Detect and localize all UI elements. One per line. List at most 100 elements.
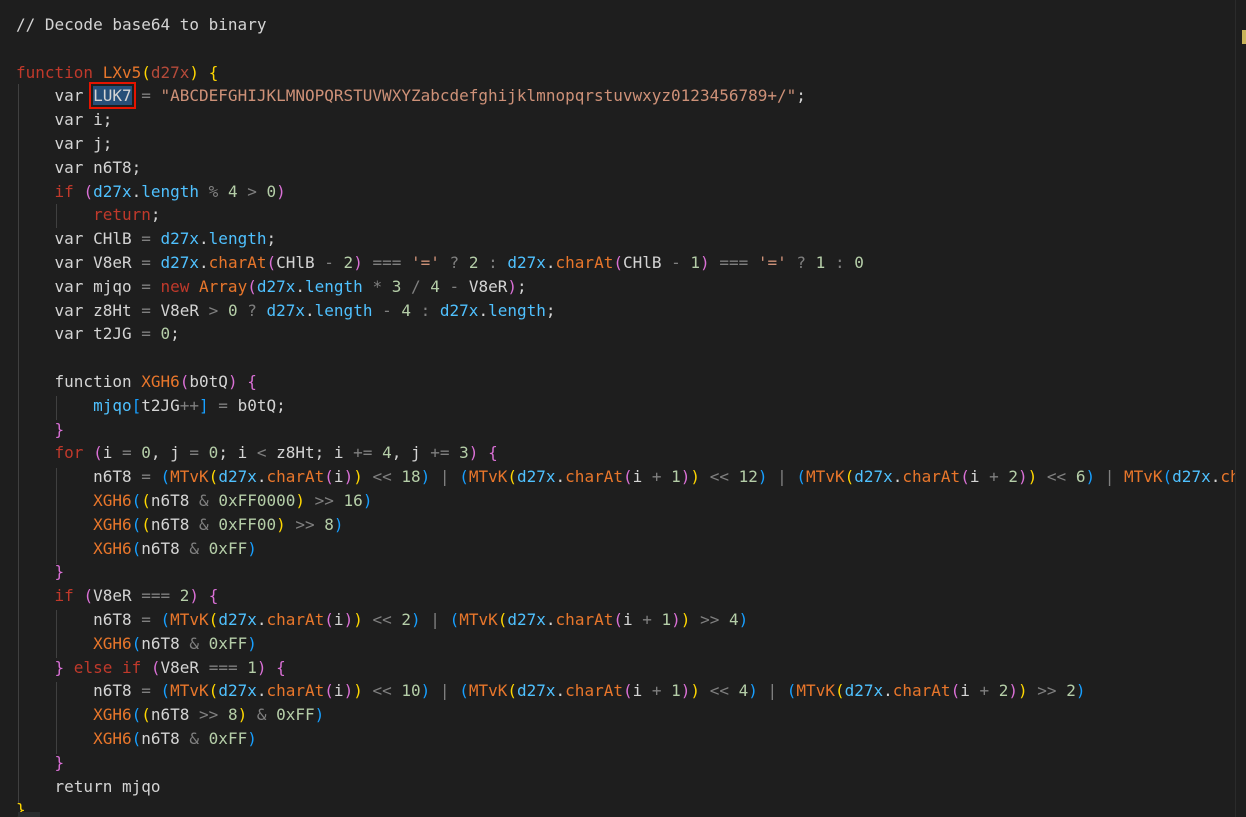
code-token: . bbox=[883, 681, 893, 701]
code-token: 2 bbox=[998, 681, 1009, 701]
code-line: XGH6((n6T8 & 0xFF0000) >> 16) bbox=[16, 489, 372, 513]
code-line: function LXv5(d27x) { bbox=[16, 61, 218, 85]
code-token: ( bbox=[613, 610, 623, 629]
code-token: n6T8 bbox=[16, 610, 142, 629]
code-token: > bbox=[208, 300, 228, 320]
code-token: Array bbox=[199, 276, 248, 296]
code-line: } else if (V8eR === 1) { bbox=[16, 656, 286, 680]
code-token: ; bbox=[545, 300, 556, 320]
code-token: ( bbox=[150, 657, 161, 677]
code-token: ( bbox=[179, 372, 190, 391]
code-token: ) bbox=[247, 633, 257, 653]
code-token: 3 bbox=[391, 276, 402, 296]
code-token: ) bbox=[314, 705, 325, 725]
code-token: charAt bbox=[266, 467, 325, 487]
code-token: ( bbox=[622, 681, 633, 701]
code-token: ) bbox=[1075, 681, 1086, 701]
code-token: & bbox=[199, 514, 219, 534]
code-token: + bbox=[989, 467, 1009, 487]
code-token: ; bbox=[170, 324, 180, 344]
code-token: 2 bbox=[343, 253, 354, 272]
code-token: << bbox=[700, 467, 739, 487]
code-token: ) bbox=[353, 610, 363, 629]
code-token: | bbox=[767, 467, 797, 487]
code-token: & bbox=[189, 633, 209, 653]
code-line: if (d27x.length % 4 > 0) bbox=[16, 180, 286, 204]
code-token: . bbox=[555, 681, 566, 701]
code-token: ( bbox=[83, 181, 94, 201]
code-token: . bbox=[295, 276, 306, 296]
code-token: MTvK bbox=[468, 467, 508, 487]
code-token: ) bbox=[738, 610, 749, 629]
code-token: ( bbox=[160, 681, 171, 701]
code-token: ) bbox=[680, 610, 691, 629]
code-token: ) bbox=[690, 681, 701, 701]
code-token: , j bbox=[150, 443, 190, 463]
code-token: ( bbox=[160, 467, 171, 487]
code-line: mjqo[t2JG++] = b0tQ; bbox=[16, 394, 286, 418]
code-token: var i; bbox=[16, 110, 113, 130]
code-token: << bbox=[700, 681, 739, 701]
code-line: XGH6(n6T8 & 0xFF) bbox=[16, 632, 257, 656]
code-token: ) bbox=[1008, 681, 1019, 701]
code-token: charAt bbox=[902, 467, 961, 487]
code-line: // Decode base64 to binary bbox=[16, 13, 266, 37]
code-token: >> bbox=[690, 610, 729, 629]
code-line: n6T8 = (MTvK(d27x.charAt(i)) << 2) | (MT… bbox=[16, 608, 748, 632]
code-token: d27x bbox=[517, 467, 556, 487]
code-token: >> bbox=[199, 705, 228, 725]
code-token: & bbox=[199, 491, 219, 510]
code-token: += bbox=[353, 443, 383, 463]
code-token: . bbox=[199, 229, 209, 249]
code-token: if bbox=[16, 181, 84, 201]
code-token: i bbox=[969, 467, 990, 487]
code-token: d27x bbox=[160, 253, 200, 272]
code-token: 0 bbox=[227, 300, 238, 320]
code-line: } bbox=[16, 418, 65, 442]
code-token: - bbox=[372, 300, 402, 320]
code-token: = bbox=[131, 86, 161, 106]
code-token: >> bbox=[285, 514, 325, 534]
code-token: ( bbox=[208, 467, 219, 487]
code-token: ) bbox=[1085, 467, 1096, 487]
code-token: = bbox=[141, 276, 161, 296]
code-editor[interactable]: // Decode base64 to binary function LXv5(… bbox=[0, 0, 1236, 817]
code-token: === bbox=[208, 657, 248, 677]
code-token: ; bbox=[150, 205, 161, 225]
code-token: MTvK bbox=[170, 681, 209, 701]
code-token: : bbox=[411, 300, 440, 320]
code-token: 4 bbox=[382, 443, 392, 463]
code-token: n6T8 bbox=[141, 633, 190, 653]
code-token: 12 bbox=[738, 467, 758, 487]
code-token: 8 bbox=[324, 514, 334, 534]
code-token: ( bbox=[131, 491, 142, 510]
code-token: i bbox=[622, 610, 643, 629]
code-token: 1 bbox=[661, 610, 672, 629]
code-token: ( bbox=[622, 467, 633, 487]
code-line: var z8Ht = V8eR > 0 ? d27x.length - 4 : … bbox=[16, 299, 556, 323]
code-token: charAt bbox=[266, 681, 325, 701]
code-token: 0xFF bbox=[208, 633, 248, 653]
code-token: charAt bbox=[266, 610, 325, 629]
code-token: ) bbox=[1027, 467, 1038, 487]
code-token: ) bbox=[680, 681, 691, 701]
code-token: b0tQ bbox=[189, 372, 228, 391]
code-token: 1 bbox=[815, 253, 826, 272]
code-token: ) bbox=[748, 681, 758, 701]
vertical-scrollbar[interactable] bbox=[1235, 0, 1246, 817]
code-token: ( bbox=[141, 514, 151, 534]
code-token: else if bbox=[64, 657, 151, 677]
code-token: i bbox=[102, 443, 122, 463]
code-token: , j bbox=[391, 443, 431, 463]
code-token: charAt bbox=[1220, 467, 1236, 487]
code-token: ) bbox=[276, 514, 286, 534]
code-token: i bbox=[960, 681, 980, 701]
code-token: d27x bbox=[266, 300, 306, 320]
code-token: 0xFF00 bbox=[218, 514, 277, 534]
code-token: ( bbox=[324, 467, 334, 487]
code-token: V8eR bbox=[160, 300, 209, 320]
code-token: var j; bbox=[16, 134, 113, 153]
